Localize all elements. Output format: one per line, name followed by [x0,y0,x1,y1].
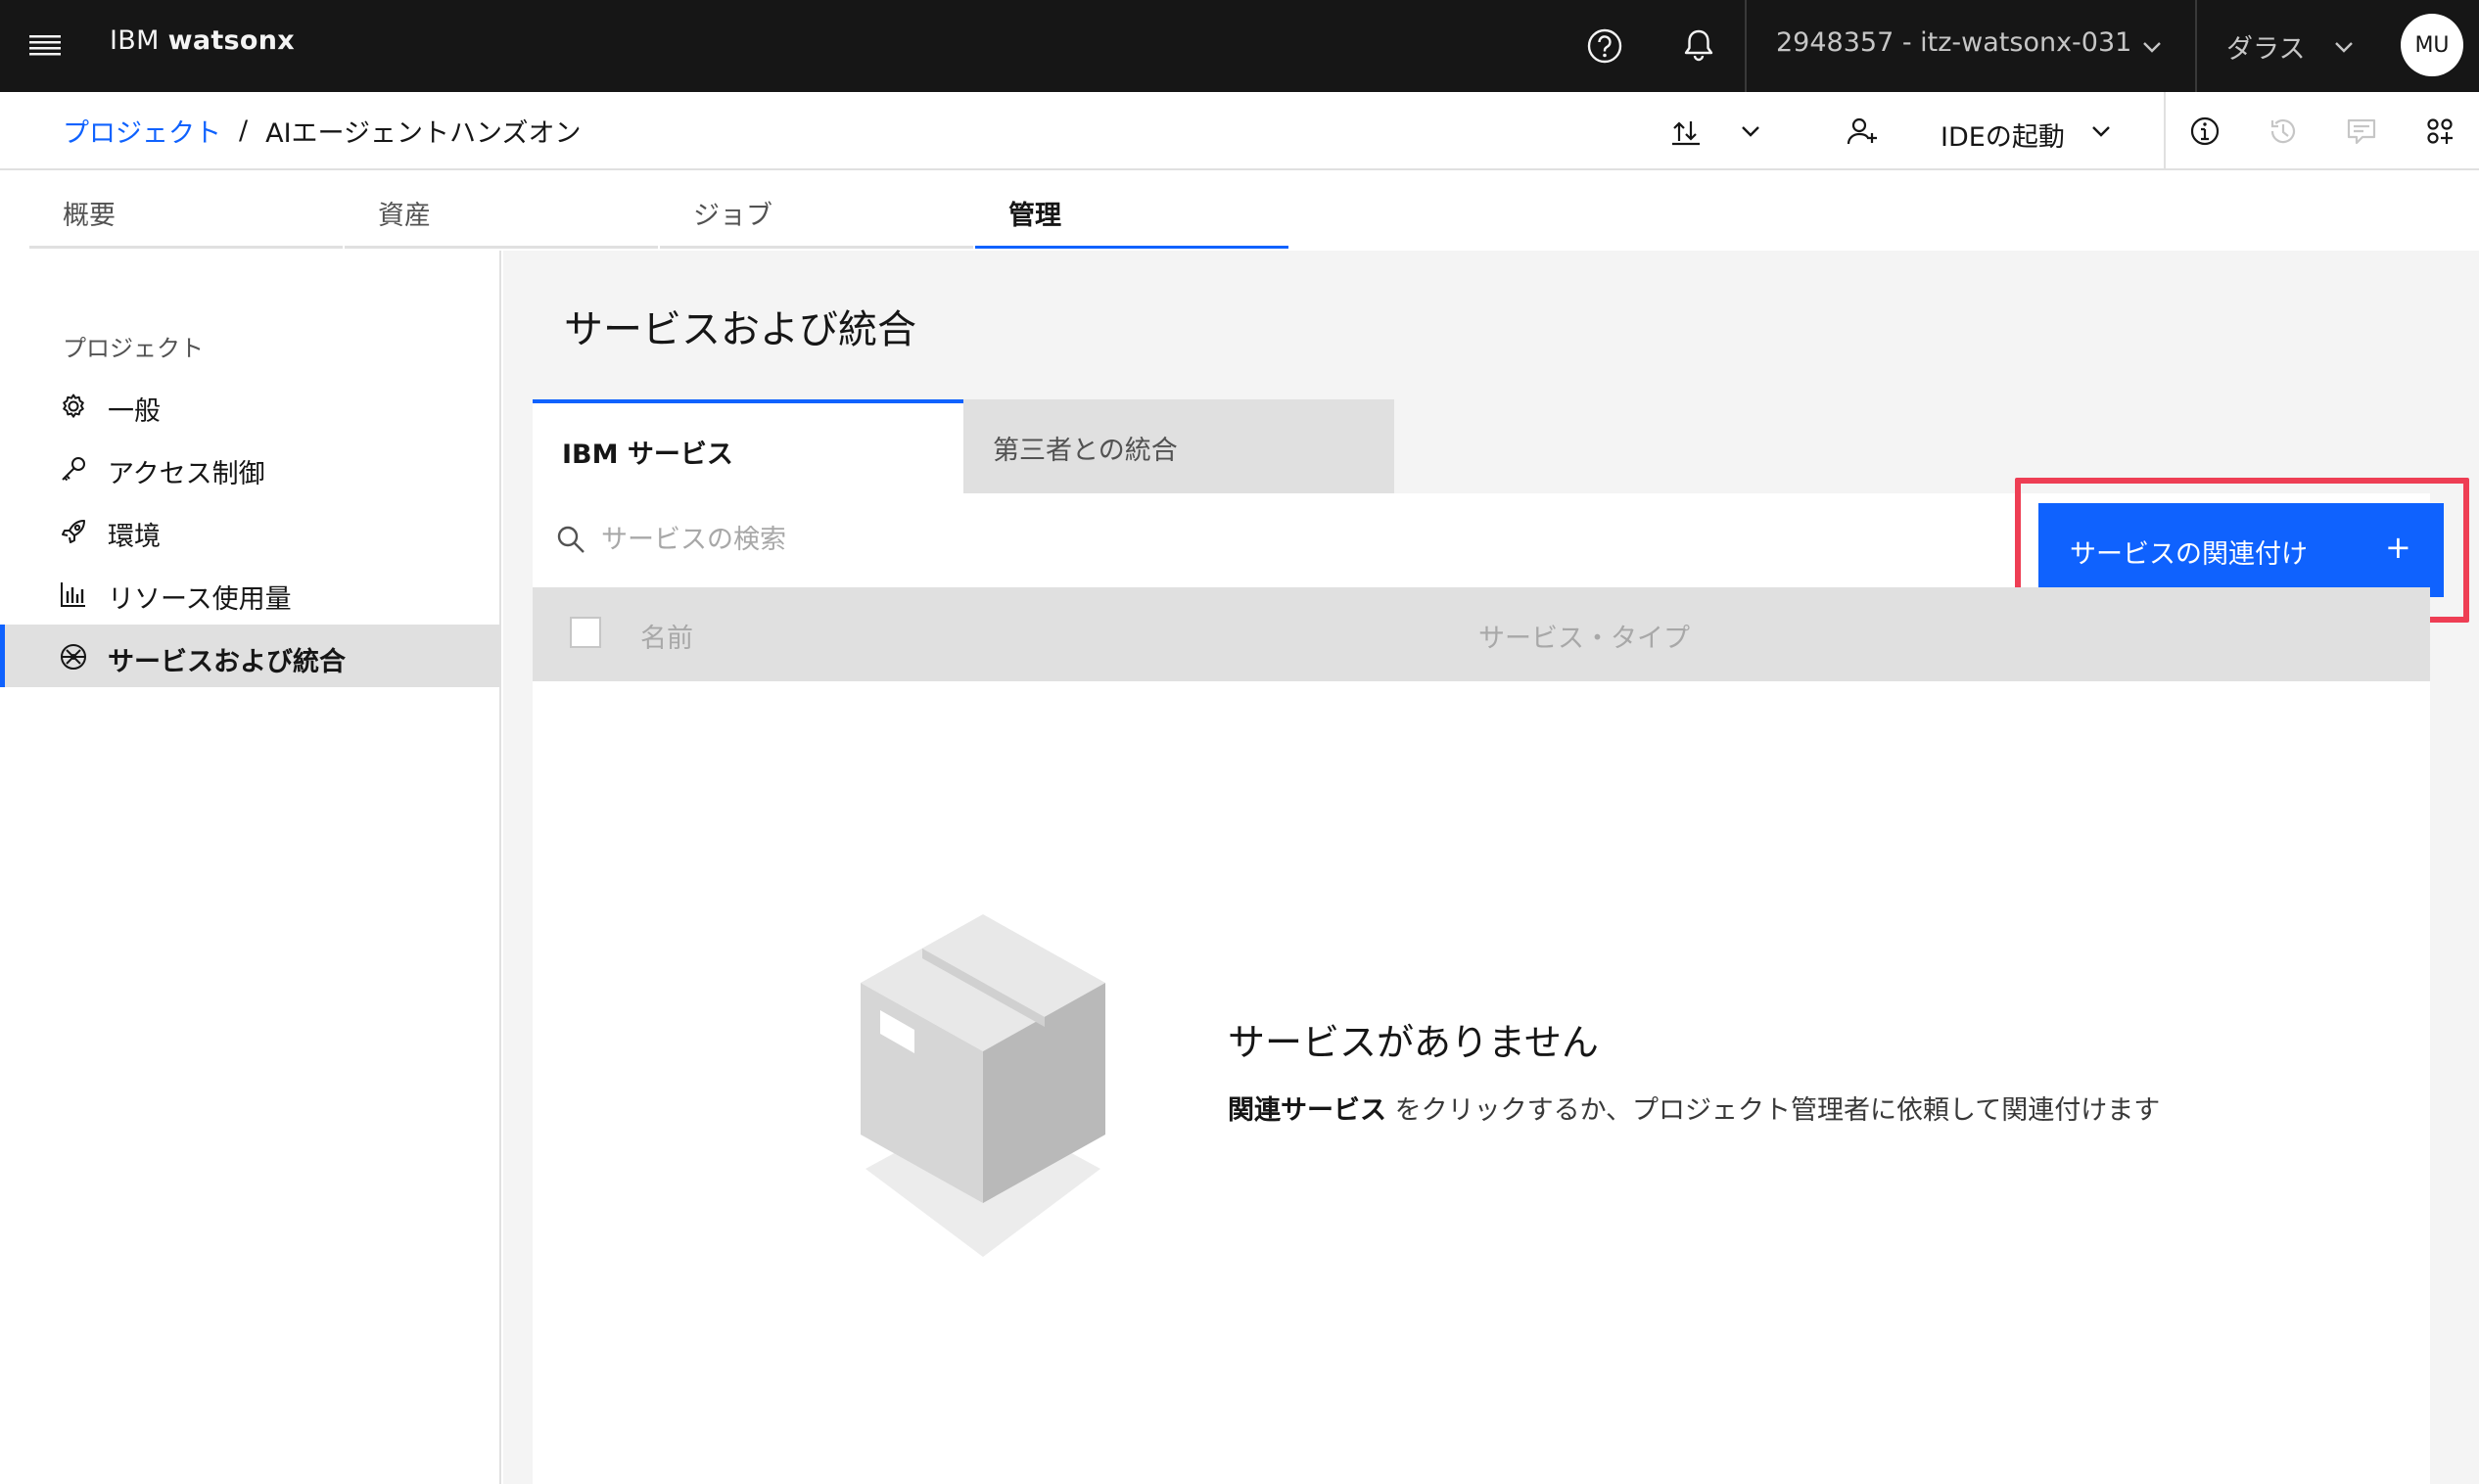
sidebar-item-label: 一般 [108,396,161,427]
key-icon [59,454,88,484]
sidebar-item-environments[interactable]: 環境 [0,499,499,562]
sidebar-item-resource-usage[interactable]: リソース使用量 [0,562,499,625]
associate-service-label: サービスの関連付け [2070,539,2308,570]
sidebar-item-label: リソース使用量 [108,584,292,615]
apps-icon[interactable] [2420,112,2459,151]
account-switcher[interactable]: 2948357 - itz-watsonx-031 [1745,0,2195,92]
chevron-down-icon[interactable] [2081,112,2121,151]
table-header: 名前 サービス・タイプ [533,587,2430,681]
chevron-down-icon [2330,33,2358,61]
avatar[interactable]: MU [2401,14,2463,76]
tab-label: ジョブ [693,201,772,231]
services-panel: サービスの関連付け + 名前 サービス・タイプ サービスがありません 関連サービ… [533,478,2469,1484]
main-tabs: 概要 資産 ジョブ 管理 [29,170,1292,249]
account-label: 2948357 - itz-watsonx-031 [1776,27,2132,58]
search-icon [554,523,587,556]
chat-icon[interactable] [2342,112,2381,151]
sidebar-item-access-control[interactable]: アクセス制御 [0,437,499,499]
brand-name[interactable]: IBM watsonx [110,25,295,56]
add-user-icon[interactable] [1843,112,1882,151]
sidebar: プロジェクト 一般 アクセス制御 環境 リソース使用量 サービスおよび統合 [0,251,501,1484]
tab-jobs[interactable]: ジョブ [660,170,973,249]
gear-icon [59,392,88,421]
sidebar-item-services-integrations[interactable]: サービスおよび統合 [0,625,499,687]
chevron-down-icon[interactable] [1731,112,1770,151]
plus-icon: + [2385,529,2411,566]
brand-product: watsonx [167,25,296,56]
associate-service-button[interactable]: サービスの関連付け + [2038,503,2444,597]
tab-manage[interactable]: 管理 [975,170,1288,249]
empty-state-description: 関連サービス をクリックするか、プロジェクト管理者に依頼して関連付けます [1228,1089,2160,1127]
tab-label: 資産 [378,201,431,231]
empty-box-illustration [846,904,1120,1257]
tab-label: 概要 [63,201,116,231]
breadcrumb: プロジェクト / AIエージェントハンズオン [63,112,581,150]
breadcrumb-separator: / [239,116,249,146]
project-header: プロジェクト / AIエージェントハンズオン IDEの起動 [0,92,2479,170]
tab-label: 第三者との統合 [993,436,1178,466]
select-all-checkbox[interactable] [570,617,601,648]
breadcrumb-projects-link[interactable]: プロジェクト [63,112,221,150]
info-icon[interactable] [2185,112,2224,151]
page-title: サービスおよび統合 [564,307,916,352]
sidebar-section-title: プロジェクト [63,335,204,362]
bar-chart-icon [59,580,88,609]
sidebar-item-label: サービスおよび統合 [108,647,346,677]
sidebar-item-label: アクセス制御 [108,459,265,489]
search-input[interactable] [601,505,1482,574]
bell-icon[interactable] [1674,22,1723,70]
hamburger-menu-icon[interactable] [25,29,65,63]
empty-state-title: サービスがありません [1228,1021,1599,1064]
launch-ide-button[interactable]: IDEの起動 [1941,116,2065,154]
sidebar-item-general[interactable]: 一般 [0,374,499,437]
upload-download-icon[interactable] [1666,112,1706,151]
tab-third-party-integrations[interactable]: 第三者との統合 [963,399,1394,493]
help-icon[interactable] [1580,22,1629,70]
tab-label: IBM サービス [562,440,733,470]
integration-icon [59,642,88,672]
tab-overview[interactable]: 概要 [29,170,343,249]
sidebar-item-label: 環境 [108,522,161,552]
chevron-down-icon [2138,33,2166,61]
region-switcher[interactable]: ダラス [2195,0,2387,92]
region-label: ダラス [2226,34,2306,65]
empty-state-text: をクリックするか、プロジェクト管理者に依頼して関連付けます [1386,1095,2161,1126]
column-header-name[interactable]: 名前 [640,617,693,655]
empty-state-link-text: 関連サービス [1228,1095,1386,1126]
toolbar-divider [2164,92,2166,170]
column-header-service-type[interactable]: サービス・タイプ [1478,617,1690,655]
brand-prefix: IBM [110,25,160,56]
tab-ibm-services[interactable]: IBM サービス [533,399,963,493]
top-bar: IBM watsonx 2948357 - itz-watsonx-031 ダラ… [0,0,2479,92]
history-icon[interactable] [2264,112,2303,151]
breadcrumb-current-project: AIエージェントハンズオン [265,118,582,149]
rocket-icon [59,517,88,546]
main-content: サービスおよび統合 IBM サービス 第三者との統合 サービスの関連付け + 名… [503,251,2479,1484]
tab-assets[interactable]: 資産 [345,170,658,249]
tab-label: 管理 [1008,201,1061,231]
